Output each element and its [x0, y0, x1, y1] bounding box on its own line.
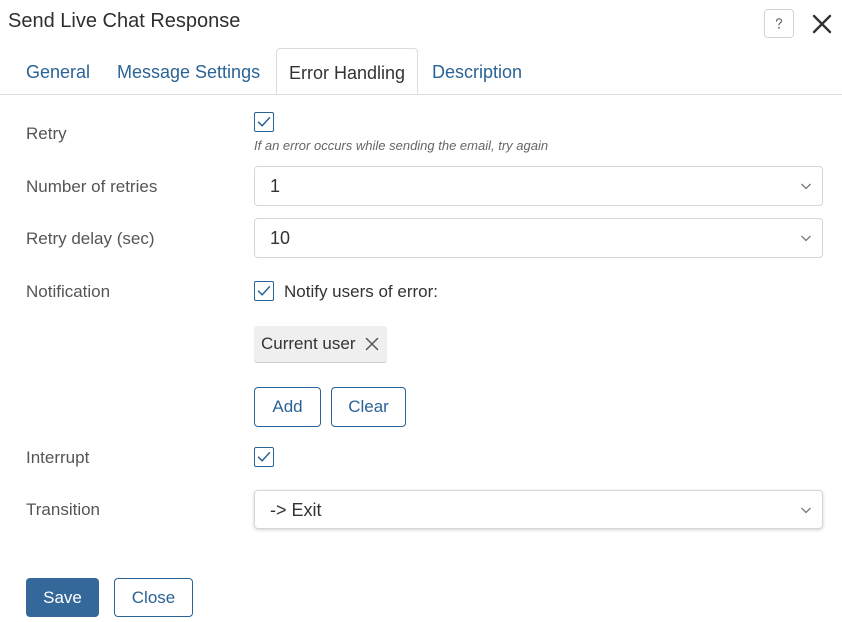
check-icon — [257, 286, 271, 296]
tab-error-handling[interactable]: Error Handling — [276, 48, 419, 94]
notify-users-label: Notify users of error: — [284, 282, 438, 301]
transition-select[interactable]: -> Exit — [254, 490, 823, 529]
help-button[interactable] — [764, 9, 794, 38]
save-button[interactable]: Save — [26, 578, 99, 617]
retry-delay-label: Retry delay (sec) — [26, 229, 155, 248]
retry-checkbox[interactable] — [254, 112, 274, 132]
chevron-down-icon — [801, 235, 811, 242]
tab-general[interactable]: General — [26, 48, 90, 94]
retry-delay-value: 10 — [270, 228, 291, 248]
tab-bar: General Message Settings Error Handling … — [0, 48, 842, 95]
remove-icon[interactable] — [365, 337, 379, 351]
interrupt-checkbox[interactable] — [254, 447, 274, 467]
chevron-down-icon — [801, 183, 811, 190]
close-icon — [812, 14, 832, 34]
user-chip-current-user: Current user — [254, 326, 388, 363]
retry-hint: If an error occurs while sending the ema… — [254, 138, 549, 153]
retry-delay-select[interactable]: 10 — [254, 218, 823, 258]
clear-users-button[interactable]: Clear — [331, 387, 406, 427]
add-user-button[interactable]: Add — [254, 387, 321, 427]
chevron-down-icon — [801, 507, 811, 514]
number-of-retries-select[interactable]: 1 — [254, 166, 823, 206]
help-icon — [775, 17, 783, 29]
close-dialog-button[interactable] — [810, 12, 834, 36]
number-of-retries-label: Number of retries — [26, 177, 158, 196]
number-of-retries-value: 1 — [270, 176, 281, 196]
transition-label: Transition — [26, 500, 101, 519]
notify-users-checkbox[interactable] — [254, 281, 274, 301]
check-icon — [257, 452, 271, 462]
close-button[interactable]: Close — [114, 578, 193, 617]
send-live-chat-response-dialog: Send Live Chat Response General Message … — [0, 0, 842, 622]
transition-value: -> Exit — [270, 500, 322, 520]
notification-label: Notification — [26, 282, 111, 301]
check-icon — [257, 117, 271, 127]
chip-label: Current user — [261, 334, 356, 353]
interrupt-label: Interrupt — [26, 448, 90, 467]
retry-label: Retry — [26, 124, 67, 143]
tab-message-settings[interactable]: Message Settings — [117, 48, 260, 94]
tab-description[interactable]: Description — [432, 48, 522, 94]
dialog-title: Send Live Chat Response — [8, 10, 241, 32]
